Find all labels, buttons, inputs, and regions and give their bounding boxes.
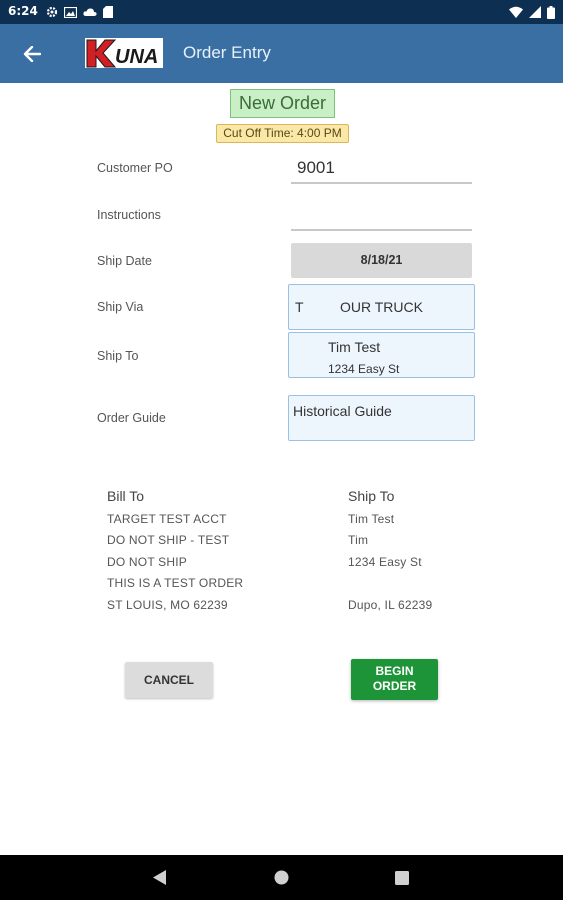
battery-icon [547,5,555,19]
signal-icon [529,6,541,18]
recents-square-icon[interactable] [395,871,409,885]
wifi-icon [509,6,523,18]
instructions-input[interactable] [291,205,472,231]
ship-to-line: Tim [348,533,369,547]
cancel-button[interactable]: CANCEL [125,662,213,698]
customer-po-label: Customer PO [97,161,173,175]
ship-date-button[interactable]: 8/18/21 [291,243,472,278]
begin-order-label-line1: BEGIN [375,664,414,678]
bill-to-line: THIS IS A TEST ORDER [107,576,244,590]
ship-via-label: Ship Via [97,300,144,314]
status-time: 6:24 [8,4,38,18]
svg-text:UNA: UNA [115,46,158,68]
bill-to-line: DO NOT SHIP [107,555,187,569]
ship-to-line: Tim Test [348,512,395,526]
cloud-icon [83,8,97,16]
system-nav-bar [0,855,563,900]
page-title: Order Entry [183,43,271,62]
begin-order-label-line2: ORDER [372,679,417,693]
status-bar: 6:24 [0,0,563,24]
ship-to-line: Dupo, IL 62239 [348,598,433,612]
ship-via-value: OUR TRUCK [340,299,423,315]
gear-icon [46,6,58,18]
ship-to-name: Tim Test [328,339,381,355]
begin-order-button[interactable]: BEGIN ORDER [351,659,438,700]
sd-card-icon [103,6,113,18]
status-notification-icons [46,5,113,19]
order-guide-value: Historical Guide [293,403,392,419]
order-guide-label: Order Guide [97,411,166,425]
order-guide-selector[interactable]: Historical Guide [288,395,475,441]
ship-via-code: T [295,299,304,315]
image-icon [64,6,77,18]
cutoff-time-badge: Cut Off Time: 4:00 PM [216,124,349,143]
ship-to-heading: Ship To [348,488,395,504]
new-order-badge: New Order [230,89,335,118]
customer-po-input[interactable]: 9001 [291,156,472,184]
ship-to-label: Ship To [97,349,139,363]
ship-date-label: Ship Date [97,254,152,268]
back-triangle-icon[interactable] [153,870,167,885]
home-circle-icon[interactable] [274,870,289,885]
bill-to-line: DO NOT SHIP - TEST [107,533,230,547]
kuna-logo: UNA [85,38,163,68]
status-system-icons [509,5,555,19]
bill-to-heading: Bill To [107,488,145,504]
ship-to-selector[interactable]: Tim Test 1234 Easy St [288,332,475,378]
bill-to-line: ST LOUIS, MO 62239 [107,598,228,612]
instructions-label: Instructions [97,208,161,222]
back-button[interactable] [16,39,48,69]
bill-to-line: TARGET TEST ACCT [107,512,227,526]
arrow-left-icon [23,46,41,62]
ship-to-line: 1234 Easy St [348,555,422,569]
app-bar: UNA Order Entry [0,24,563,83]
ship-via-selector[interactable]: T OUR TRUCK [288,284,475,330]
ship-to-address: 1234 Easy St [328,362,400,376]
